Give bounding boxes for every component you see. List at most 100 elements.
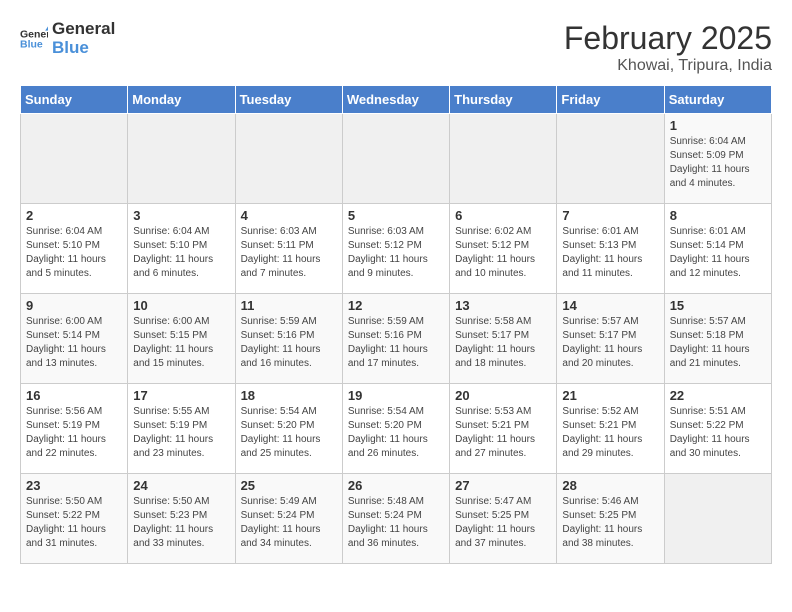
day-number: 9 [26,298,122,313]
day-number: 5 [348,208,444,223]
day-info: Sunrise: 5:47 AM Sunset: 5:25 PM Dayligh… [455,495,551,551]
day-number: 1 [670,118,766,133]
calendar-table: SundayMondayTuesdayWednesdayThursdayFrid… [20,85,772,564]
day-info: Sunrise: 6:04 AM Sunset: 5:09 PM Dayligh… [670,135,766,191]
calendar-week-row: 23Sunrise: 5:50 AM Sunset: 5:22 PM Dayli… [21,474,772,564]
calendar-day-cell: 24 Sunrise: 5:50 AM Sunset: 5:23 PM Dayli… [128,474,235,564]
calendar-day-cell: 26Sunrise: 5:48 AM Sunset: 5:24 PM Dayli… [342,474,449,564]
calendar-week-row: 1 Sunrise: 6:04 AM Sunset: 5:09 PM Daylig… [21,114,772,204]
logo-icon: General Blue [20,25,48,53]
calendar-day-cell: 11 Sunrise: 5:59 AM Sunset: 5:16 PM Dayli… [235,294,342,384]
day-info: Sunrise: 6:00 AM Sunset: 5:14 PM Dayligh… [26,315,122,371]
day-number: 2 [26,208,122,223]
title-block: February 2025 Khowai, Tripura, India [564,20,772,75]
calendar-day-cell: 2Sunrise: 6:04 AM Sunset: 5:10 PM Daylig… [21,204,128,294]
day-info: Sunrise: 5:50 AM Sunset: 5:23 PM Dayligh… [133,495,229,551]
calendar-day-cell: 20 Sunrise: 5:53 AM Sunset: 5:21 PM Dayli… [450,384,557,474]
day-info: Sunrise: 6:01 AM Sunset: 5:14 PM Dayligh… [670,225,766,281]
day-number: 24 [133,478,229,493]
day-number: 12 [348,298,444,313]
day-number: 8 [670,208,766,223]
calendar-day-cell: 27 Sunrise: 5:47 AM Sunset: 5:25 PM Dayli… [450,474,557,564]
calendar-day-cell: 4 Sunrise: 6:03 AM Sunset: 5:11 PM Daylig… [235,204,342,294]
weekday-header-saturday: Saturday [664,86,771,114]
day-info: Sunrise: 5:58 AM Sunset: 5:17 PM Dayligh… [455,315,551,371]
calendar-day-cell: 17 Sunrise: 5:55 AM Sunset: 5:19 PM Dayli… [128,384,235,474]
day-info: Sunrise: 6:02 AM Sunset: 5:12 PM Dayligh… [455,225,551,281]
day-info: Sunrise: 5:50 AM Sunset: 5:22 PM Dayligh… [26,495,122,551]
day-number: 16 [26,388,122,403]
day-number: 4 [241,208,337,223]
day-info: Sunrise: 5:52 AM Sunset: 5:21 PM Dayligh… [562,405,658,461]
day-number: 3 [133,208,229,223]
day-number: 20 [455,388,551,403]
calendar-day-cell: 25 Sunrise: 5:49 AM Sunset: 5:24 PM Dayli… [235,474,342,564]
day-info: Sunrise: 5:56 AM Sunset: 5:19 PM Dayligh… [26,405,122,461]
day-info: Sunrise: 5:49 AM Sunset: 5:24 PM Dayligh… [241,495,337,551]
calendar-day-cell: 12Sunrise: 5:59 AM Sunset: 5:16 PM Dayli… [342,294,449,384]
calendar-day-cell [21,114,128,204]
day-number: 25 [241,478,337,493]
calendar-day-cell: 15Sunrise: 5:57 AM Sunset: 5:18 PM Dayli… [664,294,771,384]
weekday-header-tuesday: Tuesday [235,86,342,114]
day-number: 28 [562,478,658,493]
calendar-day-cell: 5 Sunrise: 6:03 AM Sunset: 5:12 PM Daylig… [342,204,449,294]
day-number: 13 [455,298,551,313]
day-info: Sunrise: 5:55 AM Sunset: 5:19 PM Dayligh… [133,405,229,461]
day-info: Sunrise: 5:54 AM Sunset: 5:20 PM Dayligh… [241,405,337,461]
calendar-day-cell: 14 Sunrise: 5:57 AM Sunset: 5:17 PM Dayli… [557,294,664,384]
weekday-header-monday: Monday [128,86,235,114]
day-info: Sunrise: 6:01 AM Sunset: 5:13 PM Dayligh… [562,225,658,281]
day-number: 15 [670,298,766,313]
day-number: 7 [562,208,658,223]
weekday-header-sunday: Sunday [21,86,128,114]
day-info: Sunrise: 5:57 AM Sunset: 5:17 PM Dayligh… [562,315,658,371]
calendar-day-cell [557,114,664,204]
calendar-day-cell [342,114,449,204]
calendar-day-cell: 23Sunrise: 5:50 AM Sunset: 5:22 PM Dayli… [21,474,128,564]
day-number: 18 [241,388,337,403]
day-info: Sunrise: 5:51 AM Sunset: 5:22 PM Dayligh… [670,405,766,461]
day-info: Sunrise: 5:53 AM Sunset: 5:21 PM Dayligh… [455,405,551,461]
calendar-day-cell [128,114,235,204]
day-info: Sunrise: 5:54 AM Sunset: 5:20 PM Dayligh… [348,405,444,461]
calendar-day-cell: 9 Sunrise: 6:00 AM Sunset: 5:14 PM Daylig… [21,294,128,384]
day-number: 17 [133,388,229,403]
calendar-day-cell: 3 Sunrise: 6:04 AM Sunset: 5:10 PM Daylig… [128,204,235,294]
calendar-day-cell: 28 Sunrise: 5:46 AM Sunset: 5:25 PM Dayli… [557,474,664,564]
calendar-day-cell: 16 Sunrise: 5:56 AM Sunset: 5:19 PM Dayli… [21,384,128,474]
weekday-header-friday: Friday [557,86,664,114]
calendar-day-cell: 8 Sunrise: 6:01 AM Sunset: 5:14 PM Daylig… [664,204,771,294]
day-number: 22 [670,388,766,403]
day-number: 21 [562,388,658,403]
calendar-day-cell: 18 Sunrise: 5:54 AM Sunset: 5:20 PM Dayli… [235,384,342,474]
day-number: 27 [455,478,551,493]
calendar-day-cell: 6 Sunrise: 6:02 AM Sunset: 5:12 PM Daylig… [450,204,557,294]
calendar-day-cell [664,474,771,564]
weekday-header-thursday: Thursday [450,86,557,114]
day-number: 26 [348,478,444,493]
day-info: Sunrise: 6:04 AM Sunset: 5:10 PM Dayligh… [133,225,229,281]
calendar-day-cell: 7 Sunrise: 6:01 AM Sunset: 5:13 PM Daylig… [557,204,664,294]
page-header: General Blue General Blue February 2025 … [20,20,772,75]
day-number: 11 [241,298,337,313]
day-number: 6 [455,208,551,223]
calendar-day-cell: 22 Sunrise: 5:51 AM Sunset: 5:22 PM Dayli… [664,384,771,474]
day-info: Sunrise: 5:59 AM Sunset: 5:16 PM Dayligh… [241,315,337,371]
day-info: Sunrise: 6:00 AM Sunset: 5:15 PM Dayligh… [133,315,229,371]
month-year-title: February 2025 [564,20,772,57]
day-info: Sunrise: 6:03 AM Sunset: 5:11 PM Dayligh… [241,225,337,281]
day-number: 19 [348,388,444,403]
calendar-day-cell: 19 Sunrise: 5:54 AM Sunset: 5:20 PM Dayli… [342,384,449,474]
weekday-header-wednesday: Wednesday [342,86,449,114]
calendar-day-cell [450,114,557,204]
calendar-week-row: 2 Sunrise: 6:04 AM Sunset: 5:10 PM Daylig… [21,204,772,294]
calendar-day-cell: 1 Sunrise: 6:04 AM Sunset: 5:09 PM Daylig… [664,114,771,204]
weekday-header-row: SundayMondayTuesdayWednesdayThursdayFrid… [21,86,772,114]
calendar-day-cell: 21 Sunrise: 5:52 AM Sunset: 5:21 PM Dayli… [557,384,664,474]
logo-blue-text: Blue [52,39,115,58]
day-number: 14 [562,298,658,313]
day-info: Sunrise: 5:46 AM Sunset: 5:25 PM Dayligh… [562,495,658,551]
day-info: Sunrise: 6:03 AM Sunset: 5:12 PM Dayligh… [348,225,444,281]
location-subtitle: Khowai, Tripura, India [564,57,772,75]
